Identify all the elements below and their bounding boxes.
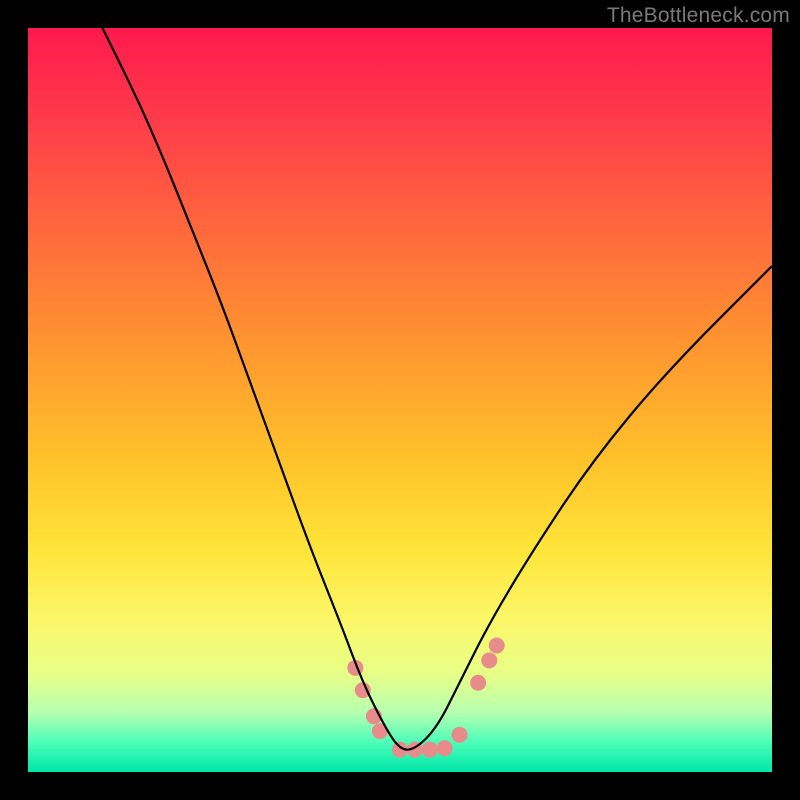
highlight-markers [347,638,504,758]
highlight-marker [392,742,408,758]
highlight-marker [407,742,423,758]
chart-frame: TheBottleneck.com [0,0,800,800]
highlight-marker [355,682,371,698]
highlight-marker [452,727,468,743]
watermark-text: TheBottleneck.com [607,4,790,28]
highlight-marker [347,660,363,676]
plot-area [28,28,772,772]
highlight-marker [437,740,453,756]
highlight-marker [470,675,486,691]
bottleneck-curve [102,28,772,750]
highlight-marker [372,723,388,739]
highlight-marker [366,708,382,724]
curve-layer [28,28,772,772]
highlight-marker [489,638,505,654]
highlight-marker [481,652,497,668]
highlight-marker [422,742,438,758]
